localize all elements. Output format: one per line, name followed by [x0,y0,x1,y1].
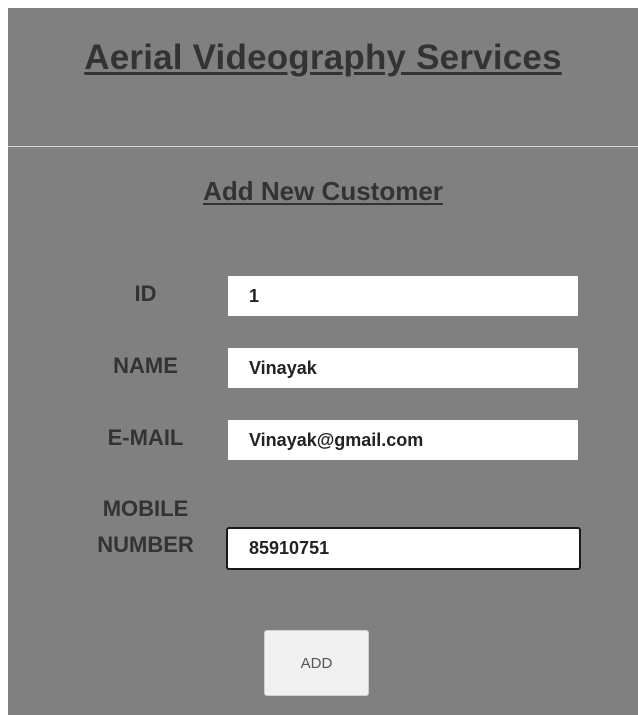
id-label: ID [134,281,157,306]
mobile-label-line1: MOBILE [102,496,189,521]
page-container: Aerial Videography Services Add New Cust… [8,8,638,715]
form-title: Add New Customer [203,176,443,206]
header: Aerial Videography Services [8,8,638,147]
mobile-label-line2: NUMBER [97,532,194,557]
email-label: E-MAIL [107,425,184,450]
mobile-number-label: MOBILE NUMBER [58,491,233,563]
email-input[interactable] [228,420,578,460]
add-button[interactable]: ADD [264,630,369,696]
name-label: NAME [113,353,178,378]
mobile-number-input[interactable] [226,527,581,570]
id-input[interactable] [228,276,578,316]
site-title: Aerial Videography Services [84,38,562,77]
name-input[interactable] [228,348,578,388]
